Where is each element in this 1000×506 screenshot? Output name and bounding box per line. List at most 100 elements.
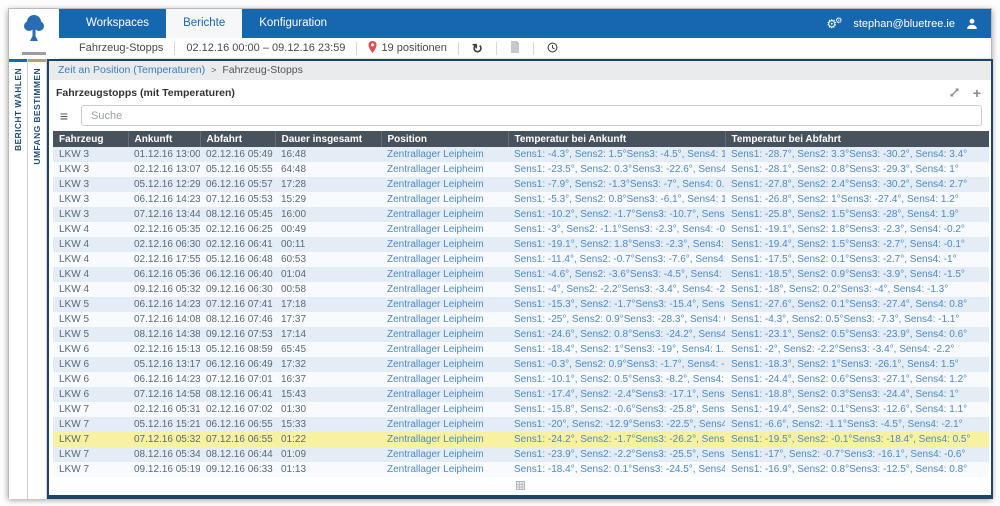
column-header[interactable]: Temperatur bei Ankunft [507,131,725,147]
table-row[interactable]: LKW 6 05.12.16 13:17 06.12.16 06:49 17:3… [53,357,989,372]
cell-dauer: 60:53 [281,254,307,265]
position-link[interactable]: Zentrallager Leipheim [381,447,508,462]
cell-temperatur-ankunft: Sens1: -4.3°, Sens2: 1.5°Sens3: -4.5°, S… [514,149,725,160]
position-link[interactable]: Zentrallager Leipheim [381,252,508,267]
position-link[interactable]: Zentrallager Leipheim [381,357,508,372]
app-window: Workspaces Berichte Konfiguration ⚙⚙ ste… [8,8,993,499]
cell-ankunft: 02.12.16 15:13 [134,344,200,355]
cell-abfahrt: 02.12.16 06:25 [206,224,273,235]
table-row[interactable]: LKW 3 05.12.16 12:29 06.12.16 05:57 17:2… [53,177,989,192]
position-link[interactable]: Zentrallager Leipheim [381,417,508,432]
position-link[interactable]: Zentrallager Leipheim [381,342,508,357]
table-row[interactable]: LKW 7 08.12.16 05:34 08.12.16 06:44 01:0… [53,447,989,462]
table-row[interactable]: LKW 6 07.12.16 14:58 08.12.16 06:41 15:4… [53,387,989,402]
table-row[interactable]: LKW 3 01.12.16 13:00 02.12.16 05:49 16:4… [53,147,989,162]
cell-fahrzeug: LKW 6 [59,344,90,355]
table-row[interactable]: LKW 4 09.12.16 05:32 09.12.16 06:30 00:5… [53,282,989,297]
date-range[interactable]: 02.12.16 00:00 – 09.12.16 23:59 [186,42,345,54]
nav-right-section: ⚙⚙ stephan@bluetree.ie [826,9,991,38]
table-row[interactable]: LKW 7 02.12.16 05:31 02.12.16 07:02 01:3… [53,402,989,417]
cell-abfahrt: 09.12.16 07:53 [206,329,273,340]
user-email[interactable]: stephan@bluetree.ie [853,18,955,30]
position-link[interactable]: Zentrallager Leipheim [381,327,508,342]
cell-temperatur-abfahrt: Sens1: -23.1°, Sens2: 0.5°Sens3: -23.9°,… [731,329,968,340]
cell-ankunft: 02.12.16 06:30 [134,239,200,250]
table-row[interactable]: LKW 4 02.12.16 05:35 02.12.16 06:25 00:4… [53,222,989,237]
table-row[interactable]: LKW 5 07.12.16 14:08 08.12.16 07:46 17:3… [53,312,989,327]
cell-dauer: 01:22 [281,434,307,445]
sidebar-tab-bericht-waehlen[interactable]: BERICHT WÄHLEN [9,59,28,499]
map-pin-icon [368,40,378,56]
sidebar-tab-umfang-bestimmen[interactable]: UMFANG BESTIMMEN [28,59,47,499]
position-link[interactable]: Zentrallager Leipheim [381,282,508,297]
cell-fahrzeug: LKW 7 [59,434,90,445]
nav-tab-berichte[interactable]: Berichte [166,9,243,38]
cell-ankunft: 02.12.16 05:31 [134,404,200,415]
positions-indicator[interactable]: 19 positionen [368,40,447,56]
cell-temperatur-ankunft: Sens1: -24.2°, Sens2: -1.7°Sens3: -26.2°… [514,434,725,445]
position-link[interactable]: Zentrallager Leipheim [381,312,508,327]
table-row[interactable]: LKW 3 02.12.16 13:07 05.12.16 05:55 64:4… [53,162,989,177]
breadcrumb-separator: > [211,65,217,75]
grid-handle-icon[interactable] [515,480,525,490]
export-document-button[interactable] [508,40,522,56]
hamburger-icon[interactable]: ≡ [54,109,74,123]
table-row[interactable]: LKW 4 02.12.16 06:30 02.12.16 06:41 00:1… [53,237,989,252]
gears-icon[interactable]: ⚙⚙ [826,17,842,31]
position-link[interactable]: Zentrallager Leipheim [381,177,508,192]
position-link[interactable]: Zentrallager Leipheim [381,237,508,252]
person-icon[interactable] [966,18,978,30]
cell-abfahrt: 09.12.16 06:33 [206,464,273,475]
nav-tab-konfiguration[interactable]: Konfiguration [242,9,344,38]
position-link[interactable]: Zentrallager Leipheim [381,207,508,222]
position-link[interactable]: Zentrallager Leipheim [381,222,508,237]
cell-abfahrt: 09.12.16 06:30 [206,284,273,295]
table-row[interactable]: LKW 7 07.12.16 05:32 07.12.16 06:55 01:2… [53,432,989,447]
table-row[interactable]: LKW 4 02.12.16 17:55 05.12.16 06:48 60:5… [53,252,989,267]
position-link[interactable]: Zentrallager Leipheim [381,372,508,387]
cell-abfahrt: 06.12.16 05:57 [206,179,273,190]
cell-abfahrt: 05.12.16 05:55 [206,164,273,175]
diagonal-resize-icon[interactable] [949,87,960,98]
table-row[interactable]: LKW 5 08.12.16 14:38 09.12.16 07:53 17:1… [53,327,989,342]
cell-dauer: 64:48 [281,164,307,175]
column-header[interactable]: Dauer insgesamt [274,131,381,147]
schedule-button[interactable] [545,41,560,56]
position-link[interactable]: Zentrallager Leipheim [381,297,508,312]
app-logo[interactable] [9,9,59,59]
cell-dauer: 01:30 [281,404,307,415]
table-row[interactable]: LKW 5 06.12.16 14:23 07.12.16 07:41 17:1… [53,297,989,312]
table-row[interactable]: LKW 7 09.12.16 05:19 09.12.16 06:33 01:1… [53,462,989,477]
position-link[interactable]: Zentrallager Leipheim [381,147,508,162]
cell-abfahrt: 08.12.16 05:45 [206,209,273,220]
cell-abfahrt: 07.12.16 05:53 [206,194,273,205]
table-row[interactable]: LKW 3 06.12.16 14:23 07.12.16 05:53 15:2… [53,192,989,207]
table-row[interactable]: LKW 4 06.12.16 05:36 06.12.16 06:40 01:0… [53,267,989,282]
plus-icon[interactable]: + [973,86,981,100]
column-header[interactable]: Position [380,131,508,147]
column-header[interactable]: Abfahrt [199,131,275,147]
position-link[interactable]: Zentrallager Leipheim [381,192,508,207]
cell-fahrzeug: LKW 7 [59,419,90,430]
position-link[interactable]: Zentrallager Leipheim [381,402,508,417]
position-link[interactable]: Zentrallager Leipheim [381,432,508,447]
nav-tab-workspaces[interactable]: Workspaces [69,9,166,38]
cell-ankunft: 07.12.16 14:58 [134,389,200,400]
cell-temperatur-abfahrt: Sens1: -17.5°, Sens2: 0.1°Sens3: -2.7°, … [731,254,957,265]
position-link[interactable]: Zentrallager Leipheim [381,387,508,402]
table-row[interactable]: LKW 3 07.12.16 13:44 08.12.16 05:45 16:0… [53,207,989,222]
table-row[interactable]: LKW 6 02.12.16 15:13 05.12.16 08:59 65:4… [53,342,989,357]
cell-ankunft: 01.12.16 13:00 [134,149,200,160]
position-link[interactable]: Zentrallager Leipheim [381,267,508,282]
column-header[interactable]: Fahrzeug [53,131,128,147]
position-link[interactable]: Zentrallager Leipheim [381,162,508,177]
position-link[interactable]: Zentrallager Leipheim [381,462,508,477]
breadcrumb-link-zeit-an-position[interactable]: Zeit an Position (Temperaturen) [58,64,205,76]
cell-ankunft: 05.12.16 12:29 [134,179,200,190]
column-header[interactable]: Temperatur bei Abfahrt [724,131,989,147]
search-input[interactable] [81,105,982,126]
table-row[interactable]: LKW 7 05.12.16 15:21 06.12.16 06:55 15:3… [53,417,989,432]
column-header[interactable]: Ankunft [127,131,200,147]
table-row[interactable]: LKW 6 06.12.16 14:23 07.12.16 07:01 16:3… [53,372,989,387]
refresh-button[interactable]: ↻ [470,42,485,55]
